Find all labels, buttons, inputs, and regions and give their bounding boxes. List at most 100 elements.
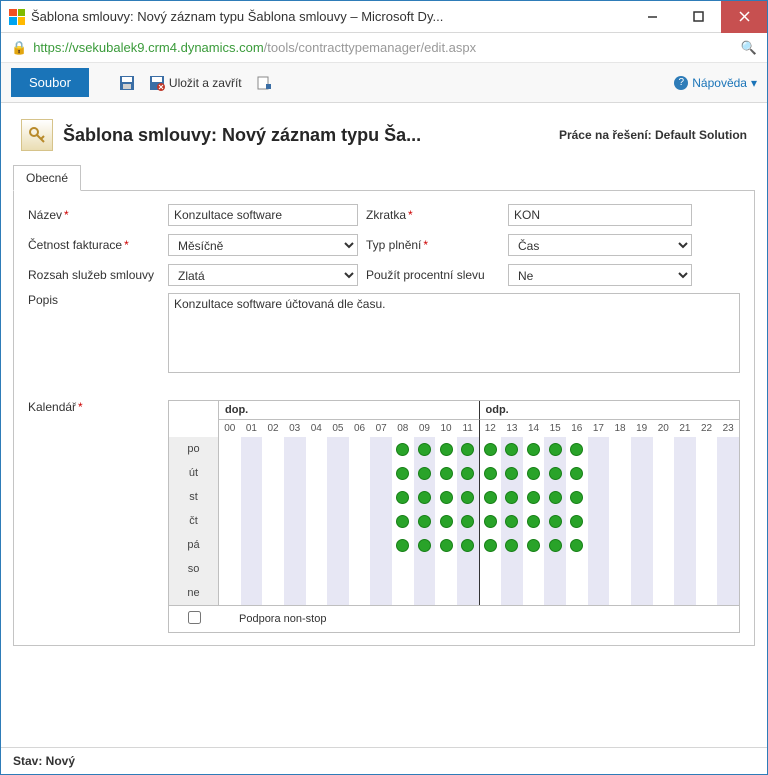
calendar-slot[interactable] — [674, 461, 696, 485]
calendar-slot[interactable] — [544, 485, 566, 509]
calendar-slot[interactable] — [523, 437, 545, 461]
calendar-slot[interactable] — [392, 557, 414, 581]
calendar-slot[interactable] — [370, 581, 392, 605]
help-link[interactable]: ? Nápověda ▾ — [674, 63, 757, 102]
calendar-slot[interactable] — [457, 509, 479, 533]
calendar-slot[interactable] — [241, 461, 263, 485]
calendar-slot[interactable] — [219, 437, 241, 461]
calendar-slot[interactable] — [392, 581, 414, 605]
calendar-slot[interactable] — [501, 485, 523, 509]
calendar-slot[interactable] — [435, 509, 457, 533]
calendar-slot[interactable] — [609, 581, 631, 605]
calendar-slot[interactable] — [544, 437, 566, 461]
calendar-slot[interactable] — [609, 485, 631, 509]
calendar-slot[interactable] — [370, 461, 392, 485]
calendar-slot[interactable] — [349, 509, 371, 533]
calendar-slot[interactable] — [306, 581, 328, 605]
calendar-slot[interactable] — [435, 581, 457, 605]
calendar-slot[interactable] — [414, 485, 436, 509]
calendar-slot[interactable] — [457, 485, 479, 509]
calendar-slot[interactable] — [588, 557, 610, 581]
calendar-slot[interactable] — [392, 485, 414, 509]
select-svclvl[interactable]: Zlatá — [168, 264, 358, 286]
calendar-slot[interactable] — [370, 437, 392, 461]
calendar-slot[interactable] — [631, 533, 653, 557]
calendar-slot[interactable] — [414, 557, 436, 581]
calendar-slot[interactable] — [262, 437, 284, 461]
calendar-slot[interactable] — [370, 557, 392, 581]
calendar-grid[interactable]: dop. odp. 000102030405060708091011 12131… — [168, 400, 740, 633]
calendar-slot[interactable] — [631, 509, 653, 533]
calendar-slot[interactable] — [262, 533, 284, 557]
calendar-slot[interactable] — [544, 557, 566, 581]
calendar-slot[interactable] — [327, 509, 349, 533]
input-abbr[interactable] — [508, 204, 692, 226]
input-name[interactable] — [168, 204, 358, 226]
calendar-slot[interactable] — [241, 533, 263, 557]
calendar-slot[interactable] — [414, 461, 436, 485]
calendar-slot[interactable] — [435, 485, 457, 509]
calendar-slot[interactable] — [435, 461, 457, 485]
calendar-slot[interactable] — [501, 581, 523, 605]
calendar-slot[interactable] — [566, 533, 588, 557]
calendar-slot[interactable] — [653, 509, 675, 533]
calendar-slot[interactable] — [349, 437, 371, 461]
calendar-slot[interactable] — [696, 485, 718, 509]
calendar-slot[interactable] — [349, 533, 371, 557]
calendar-slot[interactable] — [306, 533, 328, 557]
calendar-slot[interactable] — [588, 437, 610, 461]
calendar-slot[interactable] — [480, 485, 502, 509]
calendar-slot[interactable] — [219, 581, 241, 605]
calendar-slot[interactable] — [327, 461, 349, 485]
calendar-slot[interactable] — [327, 557, 349, 581]
calendar-slot[interactable] — [219, 461, 241, 485]
file-menu-button[interactable]: Soubor — [11, 68, 89, 97]
calendar-slot[interactable] — [306, 461, 328, 485]
calendar-slot[interactable] — [717, 581, 739, 605]
calendar-slot[interactable] — [349, 581, 371, 605]
calendar-slot[interactable] — [653, 485, 675, 509]
calendar-slot[interactable] — [674, 581, 696, 605]
calendar-slot[interactable] — [674, 533, 696, 557]
calendar-slot[interactable] — [370, 533, 392, 557]
calendar-slot[interactable] — [306, 485, 328, 509]
calendar-slot[interactable] — [435, 557, 457, 581]
calendar-slot[interactable] — [544, 581, 566, 605]
calendar-slot[interactable] — [653, 437, 675, 461]
calendar-slot[interactable] — [457, 533, 479, 557]
calendar-slot[interactable] — [609, 437, 631, 461]
calendar-slot[interactable] — [370, 509, 392, 533]
select-billfreq[interactable]: Měsíčně — [168, 234, 358, 256]
calendar-slot[interactable] — [588, 509, 610, 533]
calendar-slot[interactable] — [717, 533, 739, 557]
textarea-desc[interactable] — [168, 293, 740, 373]
calendar-slot[interactable] — [349, 485, 371, 509]
search-icon[interactable]: 🔍 — [741, 40, 757, 56]
calendar-slot[interactable] — [717, 557, 739, 581]
calendar-slot[interactable] — [480, 509, 502, 533]
calendar-slot[interactable] — [284, 581, 306, 605]
calendar-slot[interactable] — [588, 533, 610, 557]
calendar-slot[interactable] — [544, 509, 566, 533]
calendar-slot[interactable] — [696, 437, 718, 461]
calendar-slot[interactable] — [414, 533, 436, 557]
calendar-slot[interactable] — [414, 437, 436, 461]
calendar-slot[interactable] — [588, 461, 610, 485]
calendar-slot[interactable] — [480, 533, 502, 557]
calendar-slot[interactable] — [349, 557, 371, 581]
calendar-slot[interactable] — [544, 461, 566, 485]
calendar-slot[interactable] — [219, 557, 241, 581]
calendar-slot[interactable] — [609, 533, 631, 557]
calendar-slot[interactable] — [480, 581, 502, 605]
calendar-slot[interactable] — [262, 557, 284, 581]
calendar-slot[interactable] — [523, 581, 545, 605]
calendar-slot[interactable] — [696, 557, 718, 581]
calendar-slot[interactable] — [219, 533, 241, 557]
calendar-slot[interactable] — [501, 437, 523, 461]
calendar-slot[interactable] — [262, 581, 284, 605]
calendar-slot[interactable] — [631, 437, 653, 461]
calendar-slot[interactable] — [349, 461, 371, 485]
calendar-slot[interactable] — [262, 509, 284, 533]
calendar-slot[interactable] — [609, 557, 631, 581]
calendar-slot[interactable] — [717, 461, 739, 485]
